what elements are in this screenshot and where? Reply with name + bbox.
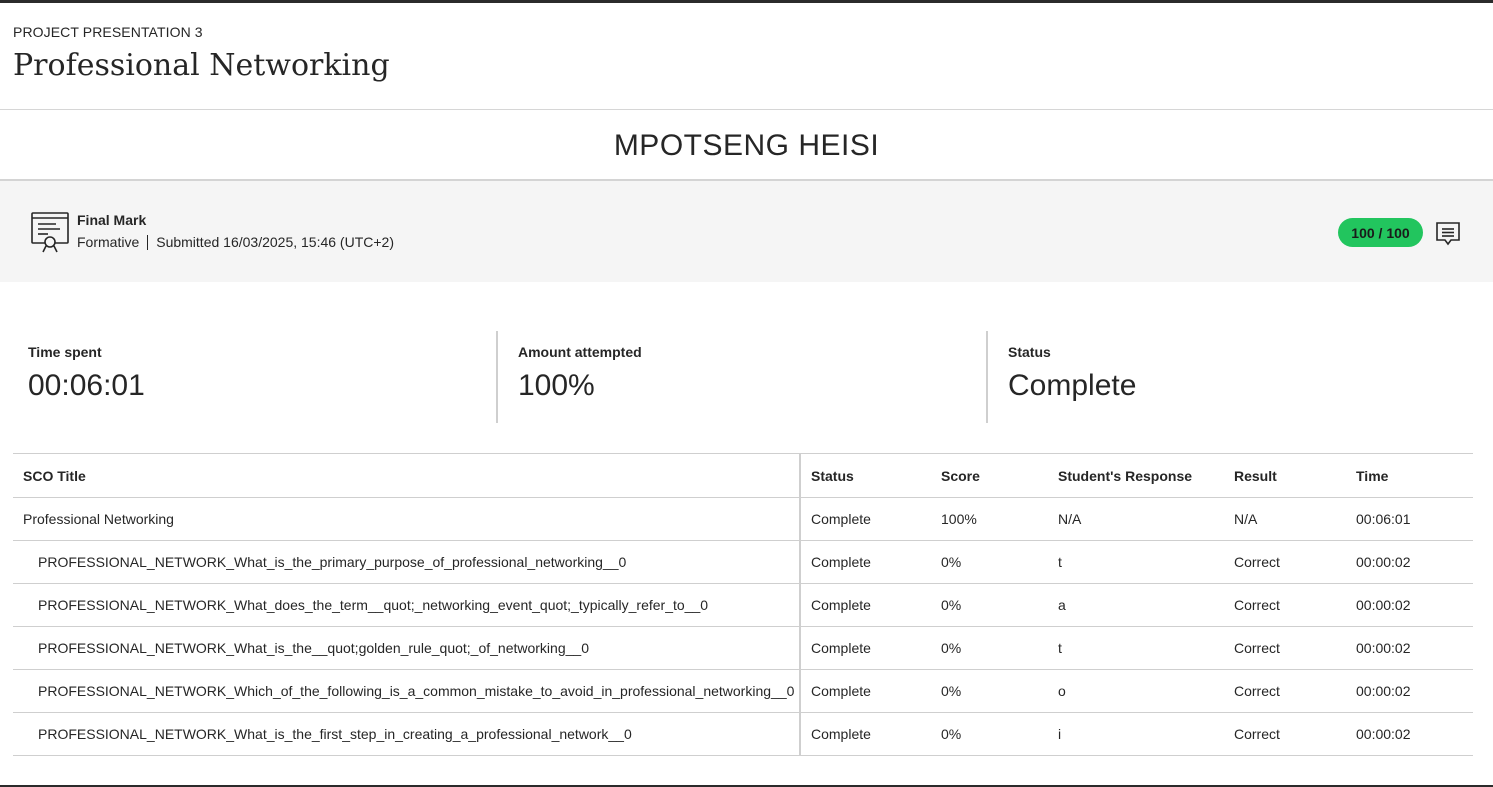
status-cell: Complete bbox=[800, 626, 931, 670]
time-cell: 00:00:02 bbox=[1346, 712, 1473, 756]
status-cell: Complete bbox=[800, 540, 931, 584]
stat-time-spent: Time spent 00:06:01 bbox=[28, 331, 488, 423]
time-cell: 00:06:01 bbox=[1346, 497, 1473, 541]
time-cell: 00:00:02 bbox=[1346, 540, 1473, 584]
sco-title-cell: PROFESSIONAL_NETWORK_Which_of_the_follow… bbox=[13, 669, 801, 713]
response-cell: t bbox=[1048, 540, 1224, 584]
stat-divider bbox=[986, 331, 988, 423]
student-name: MPOTSENG HEISI bbox=[613, 128, 880, 162]
stat-label: Time spent bbox=[28, 344, 102, 360]
score-cell: 100% bbox=[931, 497, 1048, 541]
sco-title-cell: PROFESSIONAL_NETWORK_What_is_the_first_s… bbox=[13, 712, 801, 756]
attempt-stats: Time spent 00:06:01 Amount attempted 100… bbox=[13, 331, 1473, 423]
result-cell: Correct bbox=[1224, 669, 1346, 713]
final-mark-label: Final Mark bbox=[77, 212, 147, 228]
stat-amount-attempted: Amount attempted 100% bbox=[518, 331, 978, 423]
stat-label: Amount attempted bbox=[518, 344, 642, 360]
table-row: PROFESSIONAL_NETWORK_What_is_the__quot;g… bbox=[13, 626, 1473, 670]
column-header-sco-title: SCO Title bbox=[13, 453, 801, 498]
table-row: PROFESSIONAL_NETWORK_Which_of_the_follow… bbox=[13, 669, 1473, 713]
sco-title-cell: PROFESSIONAL_NETWORK_What_is_the__quot;g… bbox=[13, 626, 801, 670]
stat-status: Status Complete bbox=[1008, 331, 1468, 423]
column-header-response: Student's Response bbox=[1048, 453, 1224, 498]
sco-title-cell: Professional Networking bbox=[13, 497, 801, 541]
status-cell: Complete bbox=[800, 497, 931, 541]
column-header-status: Status bbox=[800, 453, 931, 498]
score-cell: 0% bbox=[931, 583, 1048, 627]
score-cell: 0% bbox=[931, 540, 1048, 584]
page-title: Professional Networking bbox=[13, 48, 390, 83]
table-row: Professional Networking Complete 100% N/… bbox=[13, 497, 1473, 541]
time-cell: 00:00:02 bbox=[1346, 626, 1473, 670]
status-cell: Complete bbox=[800, 583, 931, 627]
result-cell: Correct bbox=[1224, 583, 1346, 627]
response-cell: o bbox=[1048, 669, 1224, 713]
table-row: PROFESSIONAL_NETWORK_What_does_the_term_… bbox=[13, 583, 1473, 627]
response-cell: a bbox=[1048, 583, 1224, 627]
result-cell: N/A bbox=[1224, 497, 1346, 541]
response-cell: t bbox=[1048, 626, 1224, 670]
table-row: PROFESSIONAL_NETWORK_What_is_the_first_s… bbox=[13, 712, 1473, 756]
final-mark-panel: Final Mark Formative Submitted 16/03/202… bbox=[0, 181, 1493, 282]
stat-value: 00:06:01 bbox=[28, 369, 145, 402]
score-cell: 0% bbox=[931, 712, 1048, 756]
sco-title-cell: PROFESSIONAL_NETWORK_What_does_the_term_… bbox=[13, 583, 801, 627]
status-cell: Complete bbox=[800, 712, 931, 756]
response-cell: N/A bbox=[1048, 497, 1224, 541]
time-cell: 00:00:02 bbox=[1346, 583, 1473, 627]
stat-label: Status bbox=[1008, 344, 1051, 360]
table-header-row: SCO Title Status Score Student's Respons… bbox=[13, 453, 1473, 498]
score-pill[interactable]: 100 / 100 bbox=[1338, 218, 1423, 247]
response-cell: i bbox=[1048, 712, 1224, 756]
stat-divider bbox=[496, 331, 498, 423]
grade-type: Formative bbox=[77, 234, 140, 250]
column-header-score: Score bbox=[931, 453, 1048, 498]
feedback-icon[interactable] bbox=[1434, 220, 1462, 248]
result-cell: Correct bbox=[1224, 626, 1346, 670]
time-cell: 00:00:02 bbox=[1346, 669, 1473, 713]
stat-value: 100% bbox=[518, 369, 595, 402]
result-cell: Correct bbox=[1224, 540, 1346, 584]
score-cell: 0% bbox=[931, 669, 1048, 713]
sco-title-cell: PROFESSIONAL_NETWORK_What_is_the_primary… bbox=[13, 540, 801, 584]
assessment-kicker: PROJECT PRESENTATION 3 bbox=[13, 24, 203, 40]
grade-meta: Formative Submitted 16/03/2025, 15:46 (U… bbox=[77, 234, 394, 250]
student-band: MPOTSENG HEISI bbox=[0, 110, 1493, 181]
status-cell: Complete bbox=[800, 669, 931, 713]
certificate-icon bbox=[31, 212, 69, 253]
meta-separator bbox=[147, 234, 149, 250]
score-cell: 0% bbox=[931, 626, 1048, 670]
stat-value: Complete bbox=[1008, 369, 1137, 402]
sco-table: SCO Title Status Score Student's Respons… bbox=[13, 453, 1473, 756]
column-header-result: Result bbox=[1224, 453, 1346, 498]
submitted-date: Submitted 16/03/2025, 15:46 (UTC+2) bbox=[156, 234, 394, 250]
table-row: PROFESSIONAL_NETWORK_What_is_the_primary… bbox=[13, 540, 1473, 584]
column-header-time: Time bbox=[1346, 453, 1473, 498]
result-cell: Correct bbox=[1224, 712, 1346, 756]
page-header: PROJECT PRESENTATION 3 Professional Netw… bbox=[0, 3, 1493, 110]
